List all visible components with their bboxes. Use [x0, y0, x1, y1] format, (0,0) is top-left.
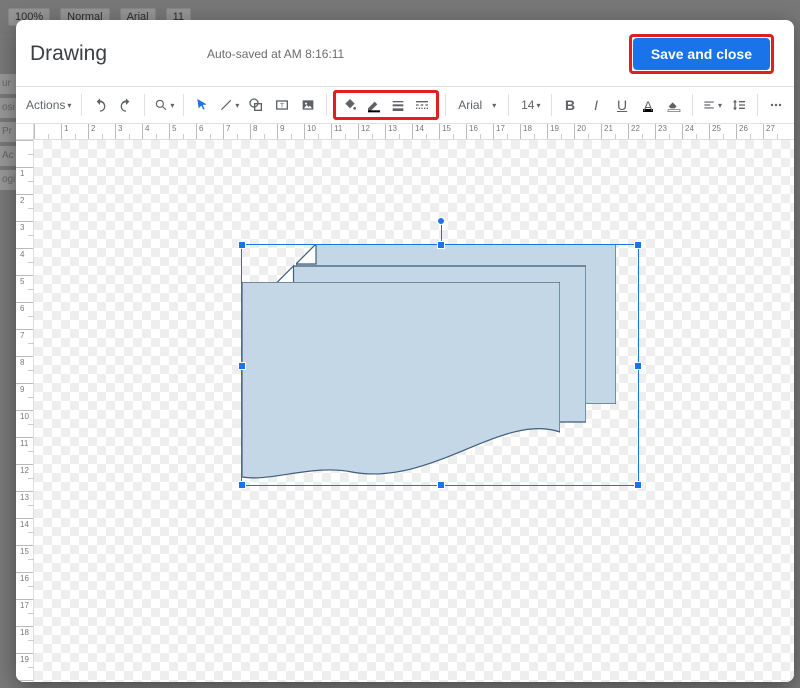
line-tool[interactable]: ▾: [216, 92, 242, 118]
drawing-dialog: Drawing Auto-saved at AM 8:16:11 Save an…: [16, 20, 794, 682]
resize-handle-e[interactable]: [634, 362, 642, 370]
border-tools-highlight: [333, 90, 439, 120]
zoom-icon: [154, 97, 168, 113]
border-color-button[interactable]: [362, 92, 386, 118]
autosave-status: Auto-saved at AM 8:16:11: [207, 47, 344, 61]
border-color-icon: [366, 97, 382, 113]
shape-group[interactable]: [254, 244, 634, 504]
shape-icon: [248, 97, 264, 113]
border-dash-icon: [414, 97, 430, 113]
more-icon: [768, 97, 784, 113]
background-side-text: ur osi Pr Ac ogi: [0, 74, 16, 194]
underline-button[interactable]: U: [610, 92, 634, 118]
svg-text:T: T: [280, 103, 284, 110]
canvas-area: 1234567891011121314151617181920212223242…: [16, 124, 794, 682]
undo-icon: [92, 97, 108, 113]
shape-tool[interactable]: [244, 92, 268, 118]
rotate-handle[interactable]: [437, 217, 445, 225]
vertical-ruler[interactable]: 1234567891011121314151617181920: [16, 140, 34, 682]
line-icon: [219, 97, 233, 113]
drawing-canvas[interactable]: [34, 140, 794, 682]
highlight-icon: [666, 97, 682, 113]
align-icon: [702, 97, 716, 113]
save-button-highlight: Save and close: [629, 34, 774, 74]
redo-icon: [118, 97, 134, 113]
dialog-header: Drawing Auto-saved at AM 8:16:11 Save an…: [16, 20, 794, 86]
textbox-tool[interactable]: T: [270, 92, 294, 118]
drawing-toolbar: Actions▾ ▾ ▾ T Arial▾ 14▾ B I U A ▾: [16, 86, 794, 124]
line-spacing-icon: [731, 97, 747, 113]
undo-button[interactable]: [88, 92, 112, 118]
resize-handle-sw[interactable]: [238, 481, 246, 489]
border-weight-icon: [390, 97, 406, 113]
fill-color-button[interactable]: [338, 92, 362, 118]
resize-handle-se[interactable]: [634, 481, 642, 489]
textbox-icon: T: [274, 97, 290, 113]
select-tool[interactable]: [190, 92, 214, 118]
resize-handle-nw[interactable]: [238, 241, 246, 249]
italic-button[interactable]: I: [584, 92, 608, 118]
line-spacing-button[interactable]: [727, 92, 751, 118]
actions-menu[interactable]: Actions▾: [22, 92, 75, 118]
horizontal-ruler[interactable]: 1234567891011121314151617181920212223242…: [34, 124, 794, 140]
font-family-select[interactable]: Arial▾: [452, 92, 502, 118]
highlight-color-button[interactable]: [662, 92, 686, 118]
image-icon: [300, 97, 316, 113]
align-button[interactable]: ▾: [699, 92, 725, 118]
cursor-icon: [194, 97, 210, 113]
resize-handle-ne[interactable]: [634, 241, 642, 249]
fill-color-icon: [342, 97, 358, 113]
save-and-close-button[interactable]: Save and close: [633, 38, 770, 70]
text-color-button[interactable]: A: [636, 92, 660, 118]
border-weight-button[interactable]: [386, 92, 410, 118]
more-button[interactable]: [764, 92, 788, 118]
ruler-corner: [16, 124, 34, 140]
bold-button[interactable]: B: [558, 92, 582, 118]
font-size-select[interactable]: 14▾: [515, 92, 545, 118]
redo-button[interactable]: [114, 92, 138, 118]
image-tool[interactable]: [296, 92, 320, 118]
dialog-title: Drawing: [30, 42, 107, 66]
wave-shape-front[interactable]: [242, 282, 560, 480]
zoom-button[interactable]: ▾: [151, 92, 177, 118]
border-dash-button[interactable]: [410, 92, 434, 118]
